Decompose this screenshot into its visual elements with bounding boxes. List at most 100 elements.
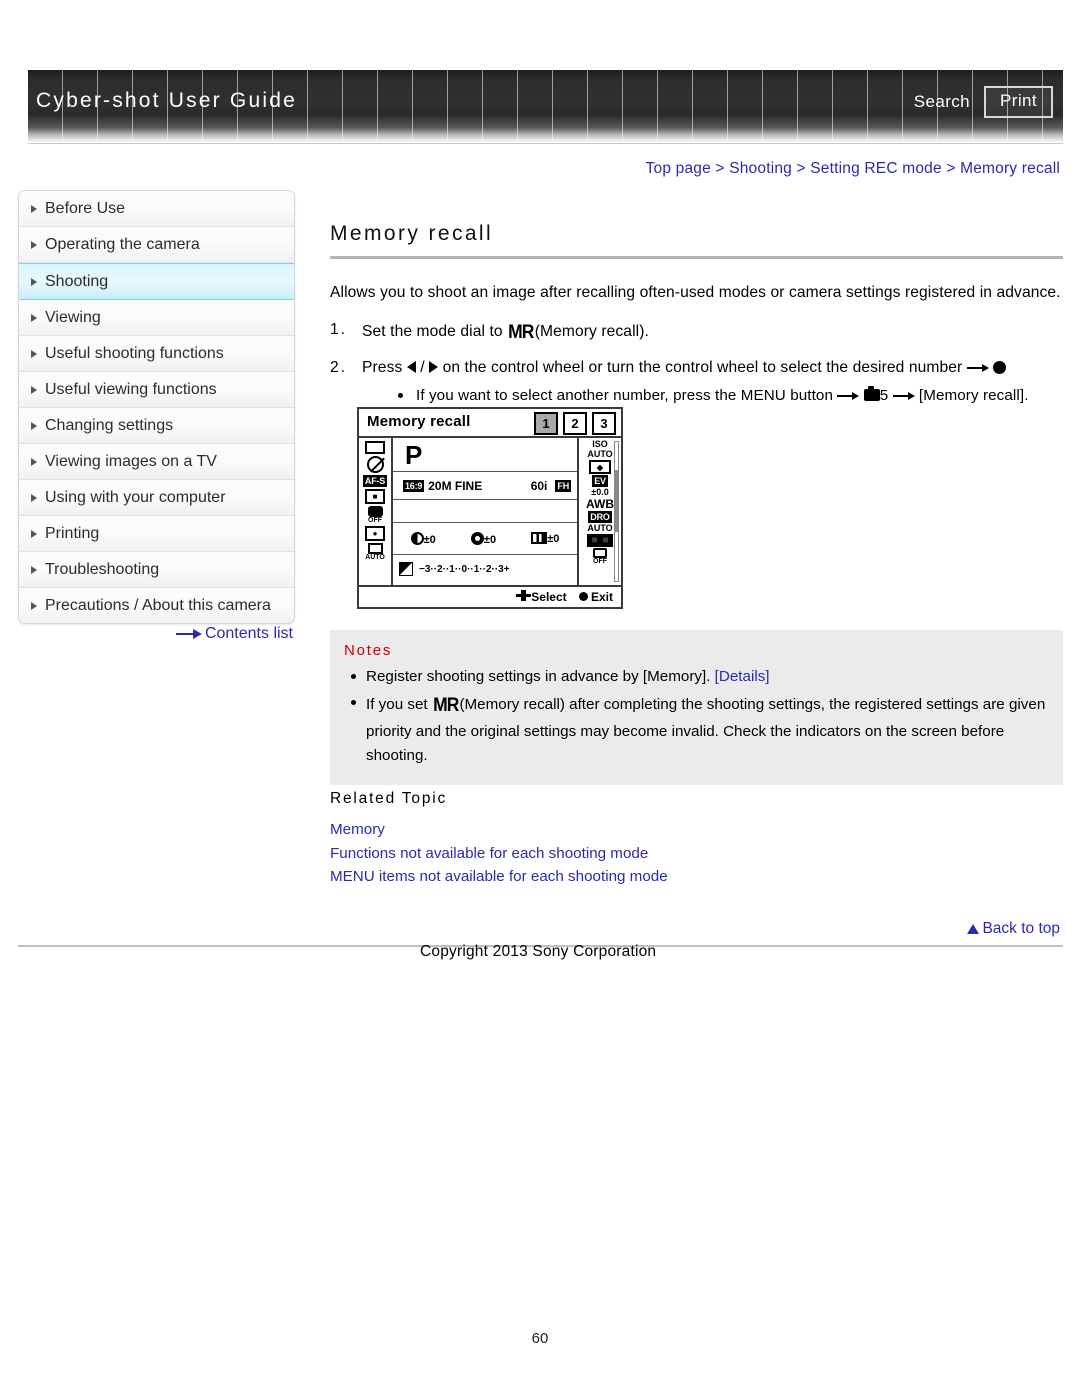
menu-number: 5 — [879, 386, 889, 404]
chevron-right-icon — [31, 529, 37, 538]
arrow-right-icon — [966, 363, 989, 373]
mode-dial-mr-icon: MR — [508, 322, 534, 344]
page-number: 60 — [531, 1330, 549, 1347]
site-title: Cyber-shot User Guide — [36, 89, 297, 112]
chevron-right-icon — [31, 421, 37, 430]
saturation-icon — [470, 531, 484, 545]
chevron-right-icon — [31, 240, 37, 249]
sidebar-nav: Before Use Operating the camera Shooting… — [18, 190, 295, 624]
sidebar-item-label: Useful shooting functions — [45, 345, 224, 362]
contents-list-link[interactable]: Contents list — [18, 625, 293, 643]
lcd-left-indicator-column: AF-S ■ OFF ● AUTO — [359, 438, 393, 585]
dro-value: AUTO — [587, 523, 613, 533]
chevron-right-icon — [31, 313, 37, 322]
sidebar-item-troubleshooting[interactable]: Troubleshooting — [19, 552, 294, 588]
sidebar-item-using-with-your-computer[interactable]: Using with your computer — [19, 480, 294, 516]
print-button[interactable]: Print — [984, 86, 1053, 118]
chevron-right-icon — [31, 277, 37, 286]
intro-paragraph: Allows you to shoot an image after recal… — [330, 284, 1061, 301]
lcd-image-size: 20M FINE — [428, 478, 483, 493]
lcd-select-hint: Select — [516, 590, 567, 604]
sidebar-item-useful-viewing-functions[interactable]: Useful viewing functions — [19, 372, 294, 408]
page-title: Memory recall — [330, 222, 494, 245]
chevron-right-icon — [31, 601, 37, 610]
step-text-middle: on the control wheel or turn the control… — [442, 358, 963, 376]
creative-style-off-label: OFF — [593, 558, 607, 565]
lcd-exit-label: Exit — [590, 590, 613, 604]
sidebar-item-label: Useful viewing functions — [45, 381, 217, 398]
related-link-memory[interactable]: Memory — [330, 818, 1063, 842]
sidebar-item-shooting[interactable]: Shooting — [19, 263, 294, 300]
sidebar-item-label: Viewing images on a TV — [45, 453, 217, 470]
ev-value: ±0.0 — [591, 487, 609, 497]
step-separator: / — [420, 358, 425, 376]
steadyshot-icon: ◾◾ — [586, 534, 613, 547]
lcd-memory-tabs: 1 2 3 — [534, 412, 616, 435]
sidebar-item-precautions-about-this-camera[interactable]: Precautions / About this camera — [19, 588, 294, 623]
notes-title: Notes — [344, 642, 393, 659]
chevron-right-icon — [31, 565, 37, 574]
lcd-title-bar: Memory recall 1 2 3 — [359, 409, 621, 438]
lcd-saturation-value: ±0 — [483, 533, 497, 546]
back-to-top-link[interactable]: Back to top — [967, 920, 1060, 938]
smile-off-label: OFF — [368, 517, 382, 524]
drive-mode-single-icon — [365, 441, 385, 454]
step-number: 1. — [330, 321, 348, 339]
related-link-menu-items-not-available[interactable]: MENU items not available for each shooti… — [330, 865, 1063, 889]
lcd-contrast-group: ±0 — [410, 531, 436, 546]
chevron-right-icon — [31, 457, 37, 466]
search-link[interactable]: Search — [914, 92, 970, 112]
lcd-footer-bar: Select Exit — [359, 585, 621, 607]
step-2: 2. Press / on the control wheel or turn … — [330, 356, 1063, 408]
note-text-before: If you set — [366, 695, 428, 713]
flash-off-icon — [366, 456, 385, 473]
substep-text-after: [Memory recall]. — [918, 386, 1029, 404]
movie-quality-icon: FH — [555, 479, 571, 492]
header-divider — [28, 143, 1063, 144]
creative-style-off-icon: OFF — [593, 548, 607, 565]
aspect-ratio-icon: 16:9 — [403, 479, 425, 492]
sidebar-item-viewing[interactable]: Viewing — [19, 300, 294, 336]
sidebar-item-label: Troubleshooting — [45, 561, 160, 578]
sidebar-item-label: Precautions / About this camera — [45, 597, 271, 614]
notes-box: Notes Register shooting settings in adva… — [330, 630, 1063, 786]
arrow-right-icon — [175, 629, 202, 640]
arrow-right-icon — [429, 360, 439, 373]
lcd-title: Memory recall — [367, 413, 471, 430]
lcd-saturation-group: ±0 — [470, 531, 497, 546]
lcd-tab-2[interactable]: 2 — [563, 412, 587, 435]
lcd-shooting-mode: P — [393, 438, 577, 472]
copyright-text: Copyright 2013 Sony Corporation — [420, 943, 657, 960]
sidebar-item-label: Printing — [45, 525, 100, 542]
chevron-right-icon — [31, 349, 37, 358]
lcd-tab-1[interactable]: 1 — [534, 412, 558, 435]
sidebar-item-useful-shooting-functions[interactable]: Useful shooting functions — [19, 336, 294, 372]
details-link[interactable]: [Details] — [715, 668, 770, 685]
step-2-substep: If you want to select another number, pr… — [362, 384, 1063, 408]
lcd-adjust-row: ±0 ±0 ±0 — [393, 523, 577, 555]
lcd-select-label: Select — [531, 590, 567, 604]
sidebar-item-changing-settings[interactable]: Changing settings — [19, 408, 294, 444]
header-actions: Search Print — [914, 86, 1053, 118]
lcd-ev-row: −3··2··1··0··1··2··3+ — [393, 555, 577, 583]
lcd-exit-hint: Exit — [578, 590, 613, 604]
sidebar-item-label: Using with your computer — [45, 489, 226, 506]
related-link-functions-not-available[interactable]: Functions not available for each shootin… — [330, 842, 1063, 866]
sidebar-item-label: Before Use — [45, 200, 126, 217]
lcd-center-column: P 16:9 20M FINE 60i FH ±0 ±0 ±0 −3··2··1… — [393, 438, 577, 585]
breadcrumb[interactable]: Top page > Shooting > Setting REC mode >… — [646, 160, 1060, 178]
iso-label: ISO — [592, 439, 608, 449]
sidebar-item-viewing-images-on-a-tv[interactable]: Viewing images on a TV — [19, 444, 294, 480]
sidebar-item-printing[interactable]: Printing — [19, 516, 294, 552]
lcd-scrollbar-thumb[interactable] — [615, 470, 618, 532]
contents-list-label: Contents list — [204, 625, 293, 642]
lcd-body: AF-S ■ OFF ● AUTO P 16:9 20M FINE 60i FH — [359, 438, 621, 585]
lcd-scrollbar[interactable] — [614, 441, 619, 582]
sidebar-item-before-use[interactable]: Before Use — [19, 191, 294, 227]
lcd-tab-3[interactable]: 3 — [592, 412, 616, 435]
note-item: If you set MR(Memory recall) after compl… — [344, 691, 1049, 768]
metering-mode-icon: ◆ — [589, 460, 611, 474]
sidebar-item-operating-the-camera[interactable]: Operating the camera — [19, 227, 294, 263]
dro-icon: DRO — [588, 511, 612, 523]
lcd-contrast-value: ±0 — [423, 533, 436, 546]
